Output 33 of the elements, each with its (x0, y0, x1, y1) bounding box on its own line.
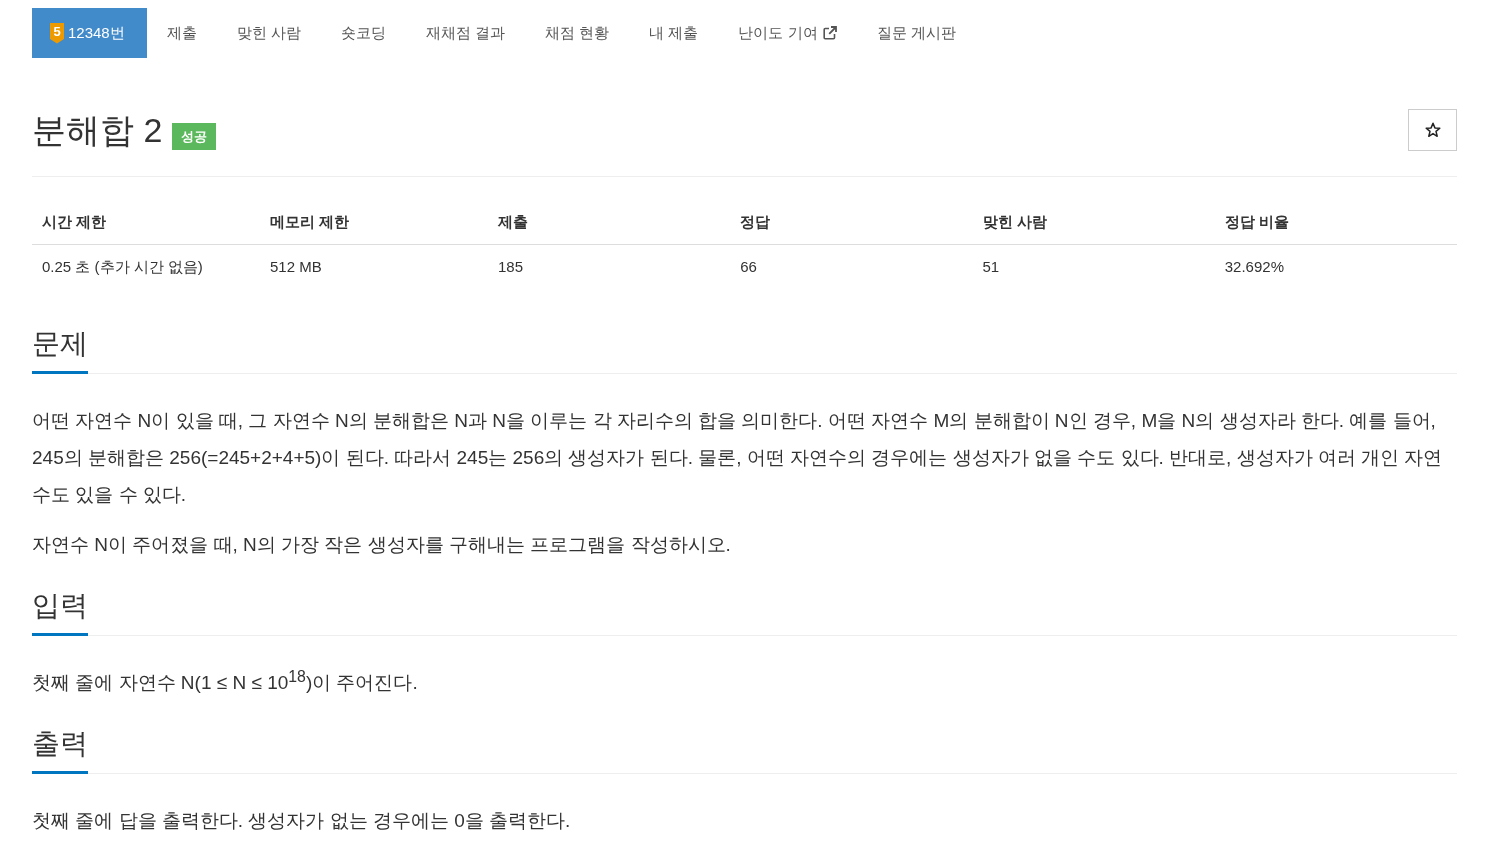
paragraph: 어떤 자연수 N이 있을 때, 그 자연수 N의 분해합은 N과 N을 이루는 각 자리수의 합을 의미한다. 어떤 자연수 M의 분해합이 N인 경우, M을 N의 생성자라 한다. 예를 들어, 245의 분해합은 256(=245+2+4+5)이 된다. 따라서 245는 256의 생성자가 된다. 물론, 어떤 자연수의 경우에는 생성자가 없을 수도 있다. 반대로, 생성자가 여러 개인 자연수도 있을 수 있다. (32, 409, 1444, 507)
table-header-cell-text: 시간 제한 (41, 212, 108, 232)
nav-tab[interactable]: 재채점 결과 (405, 8, 526, 58)
table-header-cell-text: 제출 (497, 212, 529, 232)
table-cell-text: 185 (497, 257, 525, 277)
table-cell-text: 0.25 초 (추가 시간 없음) (41, 257, 204, 277)
table-header-cell-text: 정답 (739, 212, 772, 232)
result-label: 성공 (172, 123, 217, 150)
paragraph: 첫째 줄에 자연수 N(1 ≤ N ≤ 10$^{18}$)이 주어진다. (32, 666, 419, 695)
table-cell-text: 512 MB (269, 257, 323, 277)
tier-emblem: 5 (50, 22, 64, 44)
nav-tab[interactable]: 맞힌 사람 (216, 8, 321, 58)
table-header-cell-text: 맞힌 사람 (981, 212, 1048, 232)
favorite-button[interactable] (1408, 109, 1457, 151)
section-heading: 입력 (32, 587, 88, 636)
section-heading: 출력 (32, 725, 88, 774)
nav-tab[interactable]: 채점 현황 (525, 8, 630, 58)
table-cell-text: 66 (739, 257, 758, 277)
table-header-cell-text: 메모리 제한 (269, 212, 351, 232)
paragraph: 첫째 줄에 답을 출력한다. 생성자가 없는 경우에는 0을 출력한다. (32, 809, 572, 833)
nav-tab[interactable]: 내 제출 (629, 8, 719, 58)
problem-number-tab[interactable]: 5 12348번 (32, 8, 147, 58)
table-cell-text: 51 (981, 257, 1001, 277)
nav-tab[interactable]: 질문 게시판 (856, 8, 976, 58)
external-link-icon (822, 26, 837, 40)
paragraph: 자연수 N이 주어졌을 때, N의 가장 작은 생성자를 구해내는 프로그램을 작성하시오. (32, 533, 732, 557)
table-header-cell-text: 정답 비율 (1223, 212, 1290, 232)
section-heading: 문제 (32, 325, 88, 374)
nav-tab[interactable]: 제출 (146, 8, 217, 58)
nav-tab[interactable]: 숏코딩 (320, 8, 406, 58)
table-cell-text: 32.692% (1223, 257, 1285, 277)
problem-title: 분해합 2 (32, 110, 163, 151)
nav-tab[interactable]: 난이도 기여 (718, 8, 857, 58)
